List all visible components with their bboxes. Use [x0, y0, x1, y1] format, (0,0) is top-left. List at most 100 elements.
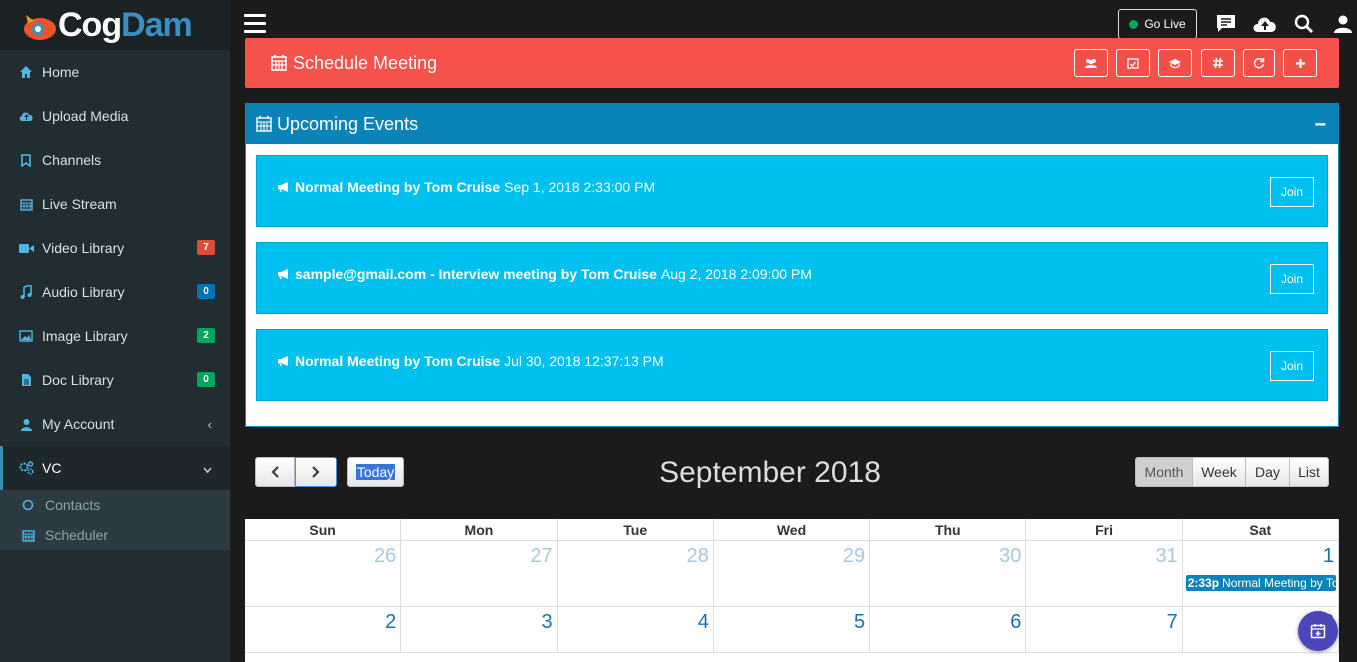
sidebar-item-label: Image Library [42, 328, 128, 344]
sidebar-item-doc-library[interactable]: Doc Library 0 [0, 358, 230, 402]
day-number: 4 [697, 611, 709, 633]
calendar-icon [256, 116, 272, 132]
graduation-cap-icon [1169, 58, 1181, 68]
schedule-title-text: Schedule Meeting [293, 52, 438, 73]
calendar-day-cell[interactable]: 2 [245, 607, 402, 652]
image-icon [18, 328, 34, 344]
sidebar-item-upload-media[interactable]: Upload Media [0, 94, 230, 138]
day-number: 28 [686, 545, 709, 567]
sidebar-item-video-library[interactable]: Video Library 7 [0, 226, 230, 270]
floating-add-event-button[interactable] [1298, 611, 1338, 651]
brand-name: CogDam [58, 5, 193, 44]
sidebar: CogDam Home Upload Media Channels Live S… [0, 0, 230, 662]
calendar-day-cell[interactable]: 27 [401, 541, 558, 606]
go-live-button[interactable]: Go Live [1118, 9, 1197, 39]
calendar-check-button[interactable] [1116, 49, 1150, 77]
sidebar-item-home[interactable]: Home [0, 50, 230, 94]
day-number: 7 [1166, 611, 1178, 633]
calendar-grid-icon [18, 196, 34, 212]
live-status-dot [1129, 19, 1139, 29]
cloud-upload-icon[interactable] [1252, 11, 1278, 37]
calendar-week-row: 26 27 28 29 30 31 1 2:33p Normal Meeting … [245, 541, 1339, 607]
weekday-label: Mon [401, 519, 558, 540]
day-number: 29 [842, 545, 866, 567]
chevron-down-icon [203, 461, 212, 476]
event-title: Normal Meeting by Tom Cruise [1222, 576, 1336, 590]
weekday-label: Sun [245, 519, 402, 540]
sidebar-item-label: Doc Library [42, 372, 114, 388]
calendar-week-row: 2 3 4 5 6 7 8 [245, 607, 1339, 653]
event-item: Normal Meeting by Tom Cruise Sep 1, 2018… [256, 155, 1328, 227]
day-number: 5 [854, 611, 866, 633]
sidebar-item-image-library[interactable]: Image Library 2 [0, 314, 230, 358]
add-meeting-button[interactable] [1283, 49, 1317, 77]
event-time: Sep 1, 2018 2:33:00 PM [504, 179, 656, 195]
audio-count-badge: 0 [197, 284, 215, 299]
calendar-day-cell[interactable]: 26 [245, 541, 402, 606]
group-meeting-button[interactable] [1074, 49, 1108, 77]
refresh-icon [1253, 57, 1265, 69]
join-button[interactable]: Join [1270, 351, 1314, 381]
video-icon [18, 240, 34, 256]
view-week-button[interactable]: Week [1192, 457, 1246, 487]
sidebar-item-vc[interactable]: VC [0, 446, 230, 490]
sidebar-item-audio-library[interactable]: Audio Library 0 [0, 270, 230, 314]
logo[interactable]: CogDam [0, 0, 230, 50]
go-live-label: Go Live [1144, 17, 1186, 31]
join-button[interactable]: Join [1270, 264, 1314, 294]
view-list-button[interactable]: List [1289, 457, 1329, 487]
calendar-day-cell[interactable]: 7 [1026, 607, 1183, 652]
collapse-icon[interactable]: − [1314, 114, 1326, 137]
sidebar-subitem-contacts[interactable]: Contacts [0, 490, 230, 520]
user-account-icon[interactable] [1330, 11, 1356, 37]
sidebar-item-label: Video Library [42, 240, 125, 256]
calendar-check-icon [1127, 58, 1139, 69]
sidebar-item-label: Live Stream [42, 196, 117, 212]
calendar-day-cell[interactable]: 6 [870, 607, 1027, 652]
cogs-icon [18, 460, 34, 476]
calendar-day-cell[interactable]: 4 [558, 607, 714, 652]
plus-icon [1295, 58, 1305, 68]
calendar-day-cell[interactable]: 30 [870, 541, 1027, 606]
refresh-button[interactable] [1243, 49, 1275, 77]
weekday-label: Fri [1026, 519, 1183, 540]
event-item: Normal Meeting by Tom Cruise Jul 30, 201… [256, 329, 1328, 401]
calendar-event[interactable]: 2:33pNormal Meeting by Tom Cruise [1185, 575, 1336, 591]
sidebar-item-channels[interactable]: Channels [0, 138, 230, 182]
main-content: Schedule Meeting Upcoming Events − Norma… [230, 38, 1357, 662]
sidebar-subitem-scheduler[interactable]: Scheduler [0, 520, 230, 550]
calendar-day-cell[interactable]: 1 2:33pNormal Meeting by Tom Cruise [1183, 541, 1339, 606]
event-title: Normal Meeting by Tom Cruise [295, 353, 501, 369]
event-time: Aug 2, 2018 2:09:00 PM [660, 266, 812, 282]
users-icon [1085, 58, 1097, 68]
megaphone-icon [278, 182, 288, 193]
day-number: 3 [541, 611, 553, 633]
upcoming-events-title: Upcoming Events [277, 113, 419, 134]
cloud-upload-icon [18, 108, 34, 124]
day-number: 2 [385, 611, 397, 633]
bookmark-icon [18, 152, 34, 168]
view-month-button[interactable]: Month [1135, 457, 1193, 487]
calendar-grid: Sun Mon Tue Wed Thu Fri Sat 26 27 28 29 … [245, 519, 1339, 662]
circle-icon [20, 499, 36, 511]
calendar-day-cell[interactable]: 5 [714, 607, 871, 652]
calendar-day-cell[interactable]: 29 [714, 541, 871, 606]
calendar-day-cell[interactable]: 28 [558, 541, 714, 606]
calendar-day-cell[interactable]: 31 [1026, 541, 1183, 606]
hashtag-button[interactable] [1201, 49, 1235, 77]
sidebar-item-live-stream[interactable]: Live Stream [0, 182, 230, 226]
hamburger-menu-icon[interactable] [244, 14, 266, 34]
schedule-meeting-title: Schedule Meeting [271, 53, 437, 74]
view-day-button[interactable]: Day [1245, 457, 1290, 487]
sidebar-subitem-label: Scheduler [45, 527, 109, 543]
join-button[interactable]: Join [1270, 177, 1314, 207]
webinar-button[interactable] [1158, 49, 1192, 77]
day-number: 6 [1010, 611, 1022, 633]
calendar-day-cell[interactable]: 3 [401, 607, 558, 652]
chat-icon[interactable] [1213, 11, 1239, 37]
image-count-badge: 2 [197, 328, 215, 343]
sidebar-item-my-account[interactable]: My Account ‹ [0, 402, 230, 446]
megaphone-icon [278, 269, 288, 280]
search-icon[interactable] [1291, 11, 1317, 37]
home-icon [18, 64, 34, 80]
